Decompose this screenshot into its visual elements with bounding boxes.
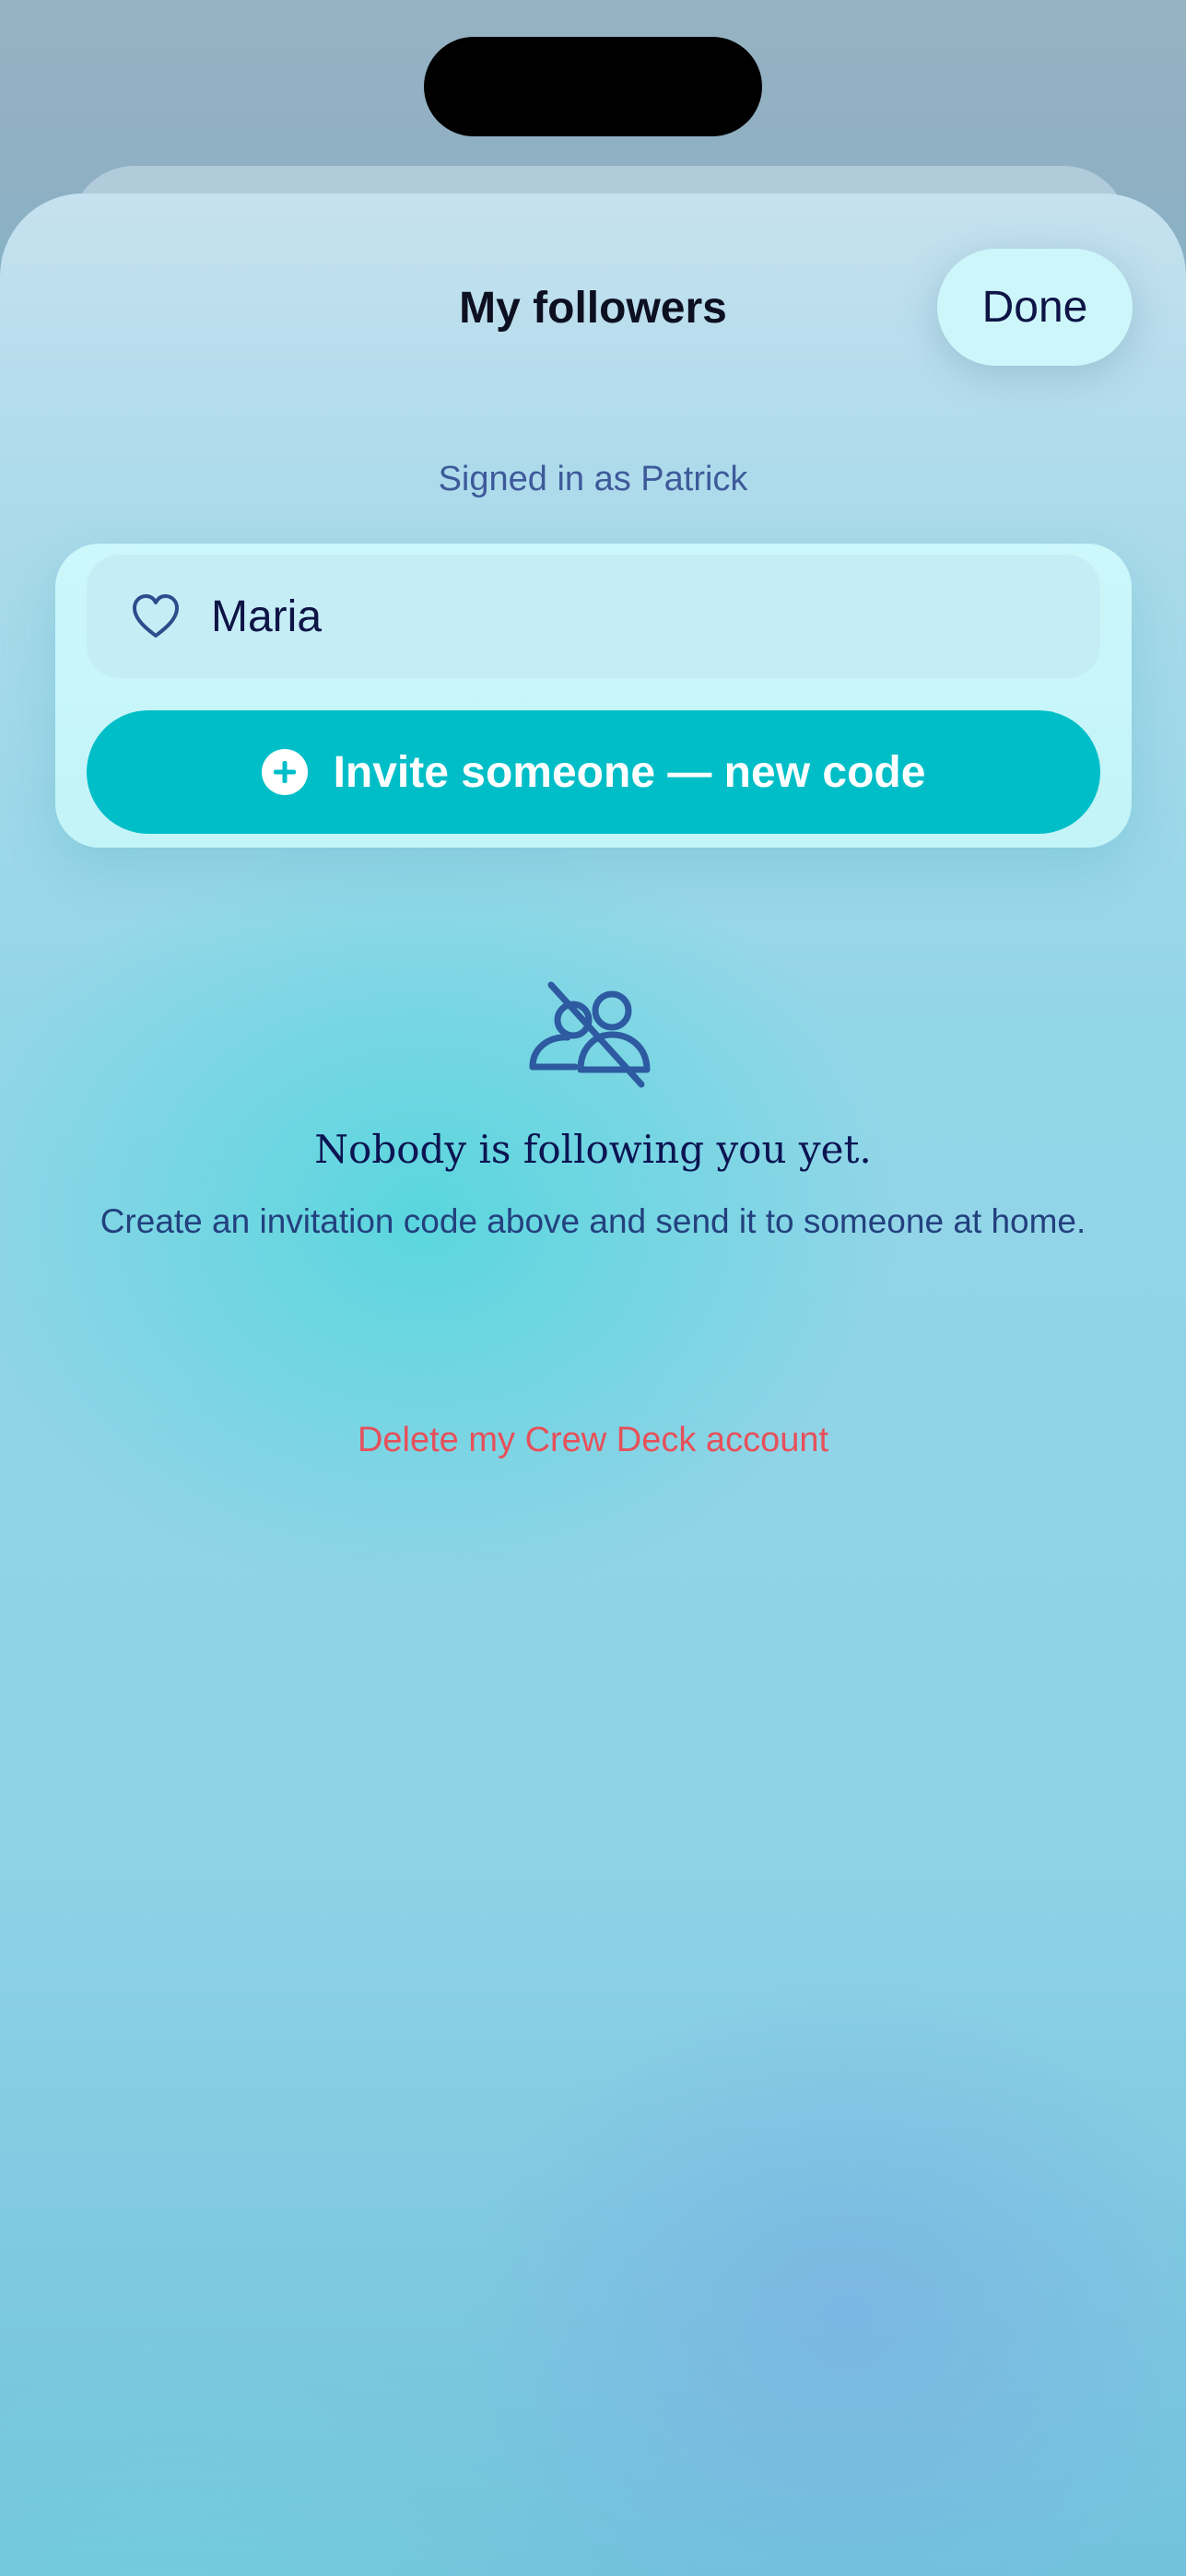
heart-icon	[133, 594, 179, 638]
empty-state-description: Create an invitation code above and send…	[100, 1202, 1086, 1240]
followers-sheet: My followers Done Signed in as Patrick M…	[0, 193, 1186, 2576]
followers-card: Maria Invite someone — new code	[55, 544, 1132, 848]
invite-button-label: Invite someone — new code	[333, 747, 926, 797]
empty-state-title: Nobody is following you yet.	[314, 1127, 872, 1172]
invite-button[interactable]: Invite someone — new code	[87, 710, 1100, 834]
plus-circle-icon	[261, 749, 308, 795]
follower-row[interactable]: Maria	[87, 555, 1100, 678]
follower-name: Maria	[211, 592, 323, 641]
dynamic-island	[424, 37, 762, 136]
signed-in-label: Signed in as Patrick	[438, 460, 748, 498]
done-button[interactable]: Done	[937, 249, 1133, 366]
people-slash-icon	[529, 981, 651, 1088]
delete-account-button[interactable]: Delete my Crew Deck account	[0, 1419, 1186, 1461]
